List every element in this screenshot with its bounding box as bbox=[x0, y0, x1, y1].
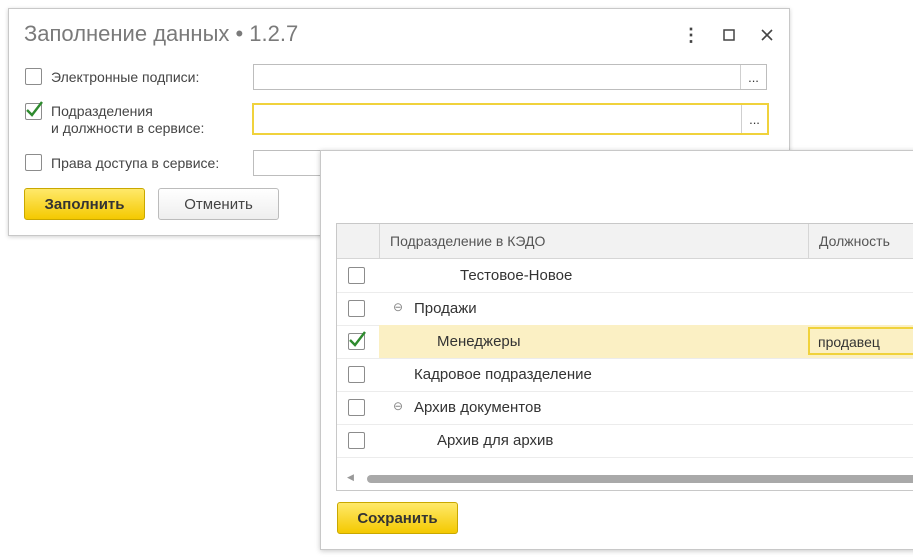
departments-label-line1: Подразделения bbox=[51, 103, 153, 119]
column-header-position[interactable]: Должность bbox=[808, 224, 913, 258]
collapse-toggle-icon[interactable]: ⊖ bbox=[393, 399, 403, 413]
row-checkbox[interactable] bbox=[348, 366, 365, 383]
signatures-checkbox[interactable] bbox=[25, 68, 42, 85]
departments-field[interactable]: ... bbox=[252, 103, 769, 135]
row-main-cell: ⊖ Продажи bbox=[379, 292, 913, 325]
row-main-cell: ⊖ Архив документов bbox=[379, 391, 913, 424]
horizontal-scrollbar[interactable]: ◀ bbox=[345, 472, 913, 484]
signatures-label: Электронные подписи: bbox=[51, 69, 200, 85]
row-checkbox[interactable] bbox=[348, 432, 365, 449]
column-header-department[interactable]: Подразделение в КЭДО bbox=[379, 224, 809, 258]
row-main-cell: Архив для архив bbox=[379, 424, 913, 457]
departments-checkbox[interactable] bbox=[25, 101, 43, 120]
table-row[interactable]: Архив для архив bbox=[337, 424, 913, 458]
table-row-selected[interactable]: Менеджеры продавец bbox=[337, 325, 913, 359]
table-header: Подразделение в КЭДО Должность bbox=[337, 224, 913, 259]
row-department-name: Менеджеры bbox=[437, 333, 521, 350]
more-menu-icon[interactable]: ⋮ bbox=[681, 25, 701, 45]
table-row[interactable]: Тестовое-Новое bbox=[337, 259, 913, 293]
cancel-button[interactable]: Отменить bbox=[158, 188, 279, 220]
row-department-name: Архив для архив bbox=[437, 432, 554, 449]
row-department-name: Продажи bbox=[414, 300, 477, 317]
table-row[interactable]: Кадровое подразделение bbox=[337, 358, 913, 392]
departments-table: Подразделение в КЭДО Должность Тестовое-… bbox=[336, 223, 913, 491]
scrollbar-thumb[interactable] bbox=[367, 475, 913, 483]
row-checkbox[interactable] bbox=[348, 300, 365, 317]
table-row[interactable]: ⊖ Архив документов bbox=[337, 391, 913, 425]
departments-choose-button[interactable]: ... bbox=[741, 105, 767, 133]
departments-label-line2: и должности в сервисе: bbox=[51, 120, 205, 136]
table-row[interactable]: ⊖ Продажи bbox=[337, 292, 913, 326]
position-cell-input[interactable]: продавец bbox=[808, 327, 913, 355]
row-department-name: Кадровое подразделение bbox=[414, 366, 592, 383]
check-icon bbox=[349, 331, 366, 347]
access-rights-label: Права доступа в сервисе: bbox=[51, 155, 220, 171]
departments-selection-popup: Подразделение в КЭДО Должность Тестовое-… bbox=[320, 150, 913, 550]
row-department-name: Тестовое-Новое bbox=[460, 267, 573, 284]
row-checkbox[interactable] bbox=[348, 399, 365, 416]
check-icon bbox=[26, 101, 43, 117]
save-button[interactable]: Сохранить bbox=[337, 502, 458, 534]
collapse-toggle-icon[interactable]: ⊖ bbox=[393, 300, 403, 314]
row-main-cell: Кадровое подразделение bbox=[379, 358, 913, 391]
access-rights-checkbox[interactable] bbox=[25, 154, 42, 171]
signatures-choose-button[interactable]: ... bbox=[740, 65, 766, 89]
maximize-icon[interactable] bbox=[719, 25, 739, 45]
row-department-name: Архив документов bbox=[414, 399, 542, 416]
row-checkbox[interactable] bbox=[348, 331, 366, 350]
dialog-title: Заполнение данных • 1.2.7 bbox=[24, 21, 299, 46]
close-icon[interactable] bbox=[757, 25, 777, 45]
scroll-left-icon[interactable]: ◀ bbox=[347, 472, 354, 483]
departments-label: Подразделения и должности в сервисе: bbox=[51, 103, 204, 137]
signatures-field[interactable]: ... bbox=[253, 64, 767, 90]
fill-button[interactable]: Заполнить bbox=[24, 188, 145, 220]
row-checkbox[interactable] bbox=[348, 267, 365, 284]
row-main-cell: Тестовое-Новое bbox=[379, 259, 913, 292]
